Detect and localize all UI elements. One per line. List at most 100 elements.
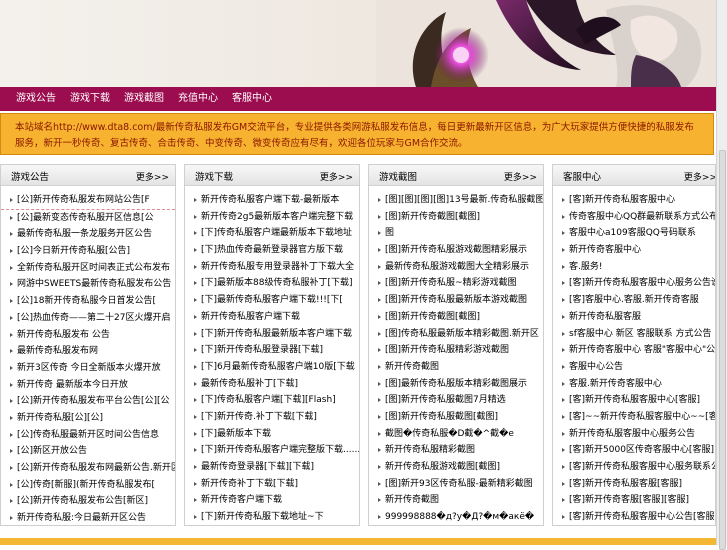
article-link[interactable]: [图]新开传奇截图[截图]	[385, 312, 480, 322]
article-link[interactable]: [客]新开传奇私服客服中心	[569, 195, 675, 205]
article-link[interactable]: [公]新开传奇私服发布平台公告[公][公	[17, 396, 170, 406]
nav-item-screenshots[interactable]: 游戏截图	[117, 87, 171, 111]
article-link[interactable]: [下]新开传奇.补丁下载[下载]	[201, 412, 317, 422]
article-link[interactable]: sf客服中心 新区 客服联系 方式公告	[569, 329, 711, 339]
nav-item-announcements[interactable]: 游戏公告	[0, 87, 63, 111]
list-item: [下]传奇私服客户端[下载][Flash]	[185, 392, 359, 409]
article-link[interactable]: [客]新开传奇私服客服中心服务公告说明	[569, 278, 715, 288]
article-link[interactable]: [图]新开传奇私服精彩游戏截图	[385, 345, 509, 355]
article-link[interactable]: [客]新开传奇私服客服中心服务联系公告	[569, 462, 715, 472]
more-link[interactable]: 更多>>	[320, 170, 353, 183]
article-link[interactable]: 传奇客服中心QQ群最新联系方式公布	[569, 212, 715, 222]
list-item: 截图�传奇私服�D截�^截�e	[369, 426, 543, 443]
article-link[interactable]: 新开传奇私服客服	[569, 312, 641, 322]
article-link[interactable]: [公]传奇私服最新开区时间公告信息	[17, 430, 159, 440]
article-link[interactable]: [客]新开传奇私服客服中心[客服]	[569, 395, 700, 405]
article-link[interactable]: [下]新开传奇私服最新版本客户端下载	[201, 329, 352, 339]
article-link[interactable]: 网游中SWEETS最新传奇私服发布公告	[17, 279, 171, 289]
article-link[interactable]: 新开传奇私服客户端下载-最新版本	[201, 195, 339, 205]
article-link[interactable]: 新开3区传奇 今日全新版本火爆开放	[17, 363, 161, 373]
more-link[interactable]: 更多>>	[684, 170, 715, 183]
nav-item-support[interactable]: 客服中心	[225, 87, 279, 111]
list-item: 新开传奇补丁下载[下载]	[185, 476, 359, 493]
article-link[interactable]: 新开传奇私服精彩截图	[385, 445, 475, 455]
list-item: [客]新开传奇私服客服中心服务公告说明	[553, 275, 715, 292]
article-link[interactable]: 新开传奇2g5最新版本客户端完整下载	[201, 212, 353, 222]
article-link[interactable]: 图	[385, 228, 394, 238]
article-link[interactable]: 新开传奇客服中心	[569, 245, 641, 255]
article-link[interactable]: [图]新开传奇截图[截图]	[385, 212, 480, 222]
article-link[interactable]: [客]新开传奇私服客服中心公告[客服]	[569, 512, 715, 522]
article-link[interactable]: 新开传奇私服[公][公]	[17, 413, 103, 423]
article-link[interactable]: [图]新开传奇私服~精彩游戏截图	[385, 278, 517, 288]
article-link[interactable]: [图]新开93区传奇私服-最新精彩截图	[385, 479, 533, 489]
more-link[interactable]: 更多>>	[136, 170, 169, 183]
article-link[interactable]: [下]新开传奇私服下载地址~下	[201, 512, 324, 522]
article-link[interactable]: 客服.新开传奇客服中心	[569, 379, 662, 389]
article-link[interactable]: [图]新开传奇私服截图[截图]	[385, 412, 498, 422]
article-link[interactable]: [下]6月最新传奇私服客户端10版[下载	[201, 362, 355, 372]
nav-item-downloads[interactable]: 游戏下载	[63, 87, 117, 111]
article-link[interactable]: [客]新开传奇私服客服[客服]	[569, 479, 682, 489]
more-link[interactable]: 更多>>	[504, 170, 537, 183]
list-item: [图]新开传奇私服游戏截图精彩展示	[369, 242, 543, 259]
article-link[interactable]: 新开传奇截图	[385, 495, 439, 505]
article-link[interactable]: [下]传奇私服客户端最新版本下载地址	[201, 228, 352, 238]
article-link[interactable]: [图]新开传奇私服最新版本游戏截图	[385, 295, 527, 305]
article-link[interactable]: [图]传奇私服最新版本精彩截图.新开区	[385, 329, 539, 339]
article-link[interactable]: 新开传奇截图	[385, 362, 439, 372]
article-link[interactable]: [下]新开传奇私服登录器[下载]	[201, 345, 323, 355]
article-link[interactable]: [图]新开传奇私服游戏截图精彩展示	[385, 245, 527, 255]
article-link[interactable]: [客]新开5000区传奇客服中心[客服]	[569, 445, 714, 455]
article-link[interactable]: [公]今日新开传奇私服[公告]	[17, 246, 130, 256]
article-link[interactable]: 新开传奇私服:今日最新开区公告	[17, 513, 146, 523]
list-item: [图]新开传奇私服~精彩游戏截图	[369, 275, 543, 292]
article-link[interactable]: [客]新开传奇客服[客服][客服]	[569, 495, 689, 505]
article-link[interactable]: [公]新开传奇私服发布网站公告[F	[17, 195, 150, 205]
article-link[interactable]: 新开传奇客服中心 客服"客服中心"公告	[569, 345, 715, 355]
article-link[interactable]: 客服中心a109客服QQ号码联系	[569, 228, 696, 238]
article-link[interactable]: 新开传奇私服客户端下载	[201, 312, 300, 322]
article-link[interactable]: 全新传奇私服开区时间表正式公布发布	[17, 263, 170, 273]
article-link[interactable]: 新开传奇私服游戏截图[截图]	[385, 462, 500, 472]
article-link[interactable]: 最新传奇私服补丁[下载]	[201, 379, 298, 389]
article-link[interactable]: [下]传奇私服客户端[下载][Flash]	[201, 395, 336, 405]
article-link[interactable]: [客]客服中心.客服.新开传奇客服	[569, 295, 699, 305]
list-item: [客]~~新开传奇私服客服中心~~[客服][客	[553, 409, 715, 426]
article-link[interactable]: [下]热血传奇最新登录器官方版下载	[201, 245, 343, 255]
scrollbar-thumb[interactable]	[719, 150, 726, 550]
article-link[interactable]: [图][图][图][图]13号最新.传奇私服截图	[385, 195, 543, 205]
article-link[interactable]: [公]新区开放公告	[17, 446, 87, 456]
article-link[interactable]: 客服中心公告	[569, 362, 623, 372]
article-link[interactable]: [图]新开传奇私服截图7月精选	[385, 395, 506, 405]
article-link[interactable]: [公]传奇[新服](新开传奇私服发布[	[17, 480, 155, 490]
article-link[interactable]: [客]~~新开传奇私服客服中心~~[客服][客	[569, 412, 715, 422]
article-link[interactable]: [下]最新版本下载	[201, 429, 271, 439]
article-link[interactable]: 最新传奇登录器[下载][下载]	[201, 462, 314, 472]
article-link[interactable]: [下]最新版本88级传奇私服补丁[下载]	[201, 278, 353, 288]
panel-title: 游戏下载	[195, 172, 234, 183]
article-link[interactable]: 截图�传奇私服�D截�^截�e	[385, 429, 514, 439]
article-link[interactable]: [公]新开传奇私服发布公告[新区]	[17, 496, 148, 506]
article-link[interactable]: [下]新开传奇私服客户端完整版下载......	[201, 445, 359, 455]
article-link[interactable]: [公]最新变态传奇私服开区信息[公	[17, 213, 154, 223]
article-link[interactable]: [公]热血传奇——第二十27区火爆开启	[17, 313, 170, 323]
article-link[interactable]: [下]最新传奇私服客户端下载!!![下[	[201, 295, 343, 305]
article-link[interactable]: 新开传奇私服发布 公告	[17, 330, 110, 340]
article-link[interactable]: 新开传奇补丁下载[下载]	[201, 479, 298, 489]
article-link[interactable]: 新开传奇私服客服中心服务公告	[569, 429, 695, 439]
article-link[interactable]: 最新传奇私服游戏截图大全精彩展示	[385, 262, 529, 272]
article-link[interactable]: 999998888�д?у�Д?�м�акё�	[385, 512, 534, 522]
list-item: [客]新开5000区传奇客服中心[客服]	[553, 442, 715, 459]
article-link[interactable]: [公]18新开传奇私服今日首发公告[	[17, 296, 156, 306]
article-link[interactable]: 新开传奇私服专用登录器补丁下载大全	[201, 262, 354, 272]
article-link[interactable]: 最新传奇私服发布网	[17, 346, 98, 356]
vertical-scrollbar[interactable]	[716, 0, 727, 550]
article-link[interactable]: 新开传奇 最新版本今日开放	[17, 380, 128, 390]
article-link[interactable]: [图]最新传奇私服版本精彩截图展示	[385, 379, 527, 389]
article-link[interactable]: 客.服务!	[569, 262, 602, 272]
nav-item-recharge[interactable]: 充值中心	[171, 87, 225, 111]
article-link[interactable]: 最新传奇私服一条龙服务开区公告	[17, 229, 152, 239]
article-link[interactable]: 新开传奇客户端下载	[201, 495, 282, 505]
article-link[interactable]: [公]新开传奇私服发布网最新公告.新开区	[17, 463, 175, 473]
